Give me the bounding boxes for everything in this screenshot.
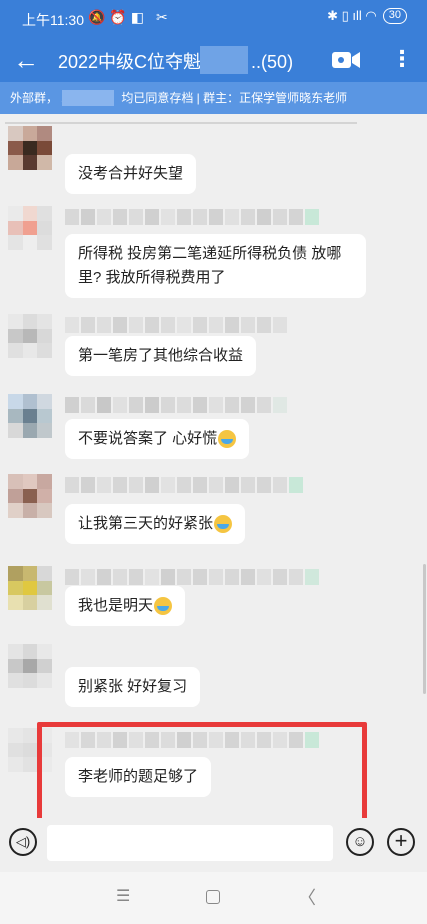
status-bar: 上午11:30 🔕⏰◧ ✂ ✱ ▯ ıll ◠ 30 (0, 0, 427, 38)
sender-name-mosaic (65, 317, 287, 333)
voice-button[interactable]: ◁) (9, 828, 37, 856)
nav-back-button[interactable]: 〈 (298, 884, 316, 910)
system-nav-bar: ☰ 〈 (0, 872, 427, 924)
title-blur-mosaic (200, 46, 248, 74)
message-bubble[interactable]: 所得税 投房第二笔递延所得税负债 放哪里? 我放所得税费用了 (65, 234, 366, 298)
group-notice-bar[interactable]: 外部群， 邪联系人，均已同意存档 | 群主：正保学管师晓东老师 (0, 82, 427, 114)
avatar[interactable] (8, 394, 52, 438)
emoji-button[interactable]: ☺ (346, 828, 374, 856)
avatar[interactable] (8, 206, 52, 250)
more-actions-button[interactable]: + (387, 828, 415, 856)
status-icons-left: 🔕⏰◧ ✂ (88, 9, 172, 25)
voice-icon: ◁) (15, 834, 31, 849)
group-title: 2022中级C位夺魁会 ..(50) (58, 52, 294, 72)
notice-blur-mosaic (62, 90, 114, 106)
scrollbar[interactable] (423, 564, 426, 694)
message-bubble[interactable]: 我也是明天 (65, 586, 186, 626)
arrow-left-icon: ← (13, 45, 39, 75)
status-time: 上午11:30 (22, 12, 84, 28)
video-call-button[interactable] (331, 49, 361, 71)
message-text: 没考合并好失望 (78, 165, 184, 182)
message-text: 别紧张 好好复习 (78, 678, 188, 695)
crying-laughing-emoji-icon (214, 515, 233, 534)
highlight-box (37, 722, 367, 818)
chat-message-list[interactable]: 没考合并好失望 所得税 投房第二笔递延所得税负债 放哪里? 我放所得税费用了 第… (0, 114, 427, 818)
more-options-button[interactable]: ⋮ (388, 44, 416, 76)
crying-laughing-emoji-icon (218, 430, 237, 449)
message-text: 我也是明天 (78, 597, 154, 614)
nav-home-button[interactable] (206, 890, 220, 904)
message-bubble[interactable]: 不要说答案了 心好慌 (65, 419, 250, 459)
message-divider (5, 122, 357, 124)
sender-name-mosaic (65, 477, 303, 493)
more-vertical-icon: ⋮ (391, 46, 413, 71)
sender-name-mosaic (65, 569, 319, 585)
message-bubble[interactable]: 别紧张 好好复习 (65, 667, 201, 707)
message-bubble[interactable]: 第一笔房了其他综合收益 (65, 336, 257, 376)
avatar[interactable] (8, 566, 52, 610)
chat-header: ← 2022中级C位夺魁会 ..(50) ⋮ (0, 38, 427, 82)
sender-name-mosaic (65, 397, 287, 413)
avatar[interactable] (8, 644, 52, 688)
message-bubble[interactable]: 让我第三天的好紧张 (65, 504, 246, 544)
video-call-icon (332, 52, 360, 68)
message-bubble[interactable]: 没考合并好失望 (65, 154, 197, 194)
nav-menu-button[interactable]: ☰ (116, 886, 130, 906)
avatar[interactable] (8, 474, 52, 518)
status-icons-right: ✱ ▯ ıll ◠ 30 (327, 8, 407, 24)
message-input[interactable] (47, 825, 333, 861)
message-text: 所得税 投房第二笔递延所得税负债 放哪里? 我放所得税费用了 (78, 245, 342, 286)
group-notice-text: 外部群， 邪联系人，均已同意存档 | 群主：正保学管师晓东老师 (10, 91, 348, 105)
emoji-icon: ☺ (352, 833, 368, 850)
message-text: 让我第三天的好紧张 (78, 515, 214, 532)
crying-laughing-emoji-icon (154, 597, 173, 616)
sender-name-mosaic (65, 209, 319, 225)
signal-wifi-icons: ✱ ▯ ıll ◠ (327, 8, 377, 23)
battery-icon: 30 (382, 8, 407, 24)
message-text: 第一笔房了其他综合收益 (78, 347, 244, 364)
back-button[interactable]: ← (10, 44, 42, 76)
plus-icon: + (394, 828, 408, 853)
avatar[interactable] (8, 314, 52, 358)
input-bar: ◁) ☺ + (0, 818, 427, 872)
message-text: 不要说答案了 心好慌 (78, 430, 218, 447)
avatar[interactable] (8, 126, 52, 170)
